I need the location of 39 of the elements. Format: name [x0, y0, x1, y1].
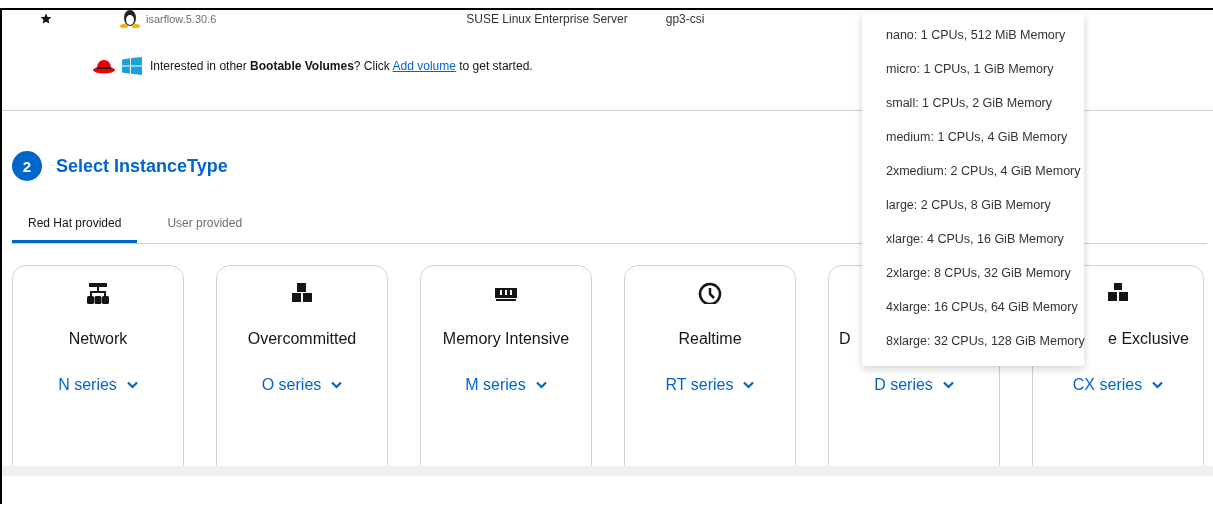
- tab[interactable]: User provided: [151, 207, 259, 243]
- menu-item[interactable]: small: 1 CPUs, 2 GiB Memory: [862, 86, 1084, 120]
- series-dropdown[interactable]: N series: [52, 375, 144, 395]
- chevron-down-icon: [126, 381, 138, 389]
- tab[interactable]: Red Hat provided: [12, 207, 138, 243]
- penguin-icon: [120, 10, 140, 28]
- chevron-down-icon: [535, 381, 547, 389]
- series-dropdown[interactable]: CX series: [1066, 375, 1170, 395]
- volume-name: isarflow.5.30.6: [146, 13, 217, 25]
- menu-item[interactable]: xlarge: 4 CPUs, 16 GiB Memory: [862, 222, 1084, 256]
- menu-item[interactable]: micro: 1 CPUs, 1 GiB Memory: [862, 52, 1084, 86]
- series-dropdown[interactable]: M series: [459, 375, 553, 395]
- chevron-down-icon: [743, 381, 755, 389]
- card-title: Realtime: [678, 330, 742, 348]
- card-title: e Exclusive: [1108, 330, 1189, 348]
- card-title: Overcommitted: [247, 330, 357, 348]
- storage-class-text: gp3-csi: [665, 12, 705, 26]
- series-dropdown[interactable]: D series: [868, 375, 960, 395]
- network-icon: [86, 282, 110, 304]
- menu-item[interactable]: large: 2 CPUs, 8 GiB Memory: [862, 188, 1084, 222]
- operating-system-text: SUSE Linux Enterprise Server: [466, 12, 628, 26]
- chevron-down-icon: [1152, 381, 1164, 389]
- menu-item[interactable]: 2xmedium: 2 CPUs, 4 GiB Memory: [862, 154, 1084, 188]
- chevron-down-icon: [331, 381, 343, 389]
- add-volume-link[interactable]: Add volume: [392, 59, 456, 73]
- volume-hint-text: Interested in other Bootable Volumes? Click Add volume to get started.: [150, 59, 533, 73]
- card-title: D: [839, 330, 851, 348]
- step-title: Select InstanceType: [56, 155, 228, 177]
- card-title: Memory Intensive: [442, 330, 570, 348]
- menu-item[interactable]: nano: 1 CPUs, 512 MiB Memory: [862, 18, 1084, 52]
- hat-icon: [92, 58, 116, 74]
- star-icon[interactable]: [40, 13, 52, 25]
- step-number: 2: [12, 151, 42, 181]
- menu-item[interactable]: medium: 1 CPUs, 4 GiB Memory: [862, 120, 1084, 154]
- chevron-down-icon: [942, 381, 954, 389]
- series-dropdown[interactable]: RT series: [659, 375, 761, 395]
- windows-icon: [122, 57, 142, 75]
- card-title: Network: [68, 330, 128, 348]
- series-dropdown[interactable]: O series: [255, 375, 349, 395]
